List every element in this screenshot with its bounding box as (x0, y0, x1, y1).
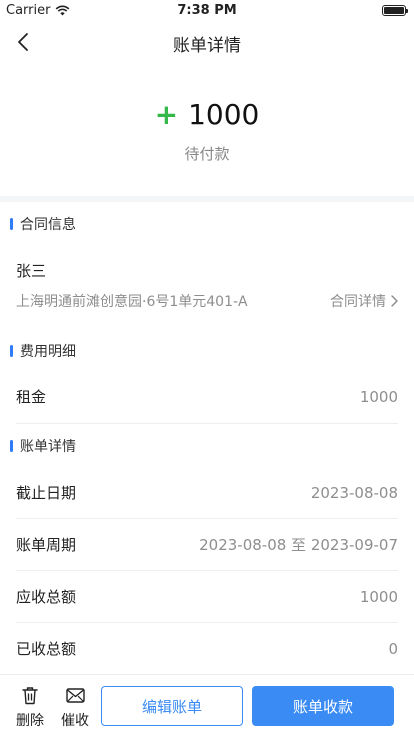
amount-row: + 1000 (0, 101, 414, 129)
delete-label: 删除 (16, 713, 44, 729)
remind-label: 催收 (61, 713, 89, 729)
bill-row-period: 账单周期 2023-08-08 至 2023-09-07 (16, 534, 398, 555)
section-contract-title: 合同信息 (20, 217, 76, 233)
section-fees: 费用明细 (10, 341, 76, 361)
section-marker (10, 345, 13, 357)
contract-address: 上海明通前滩创意园·6号1单元401-A (16, 294, 248, 310)
contract-detail-label: 合同详情 (330, 294, 386, 310)
remind-button[interactable]: 催收 (58, 685, 92, 730)
bill-row-value: 2023-08-08 (310, 483, 398, 502)
trash-icon (22, 687, 38, 705)
bill-row-value: 2023-08-08 至 2023-09-07 (199, 536, 398, 554)
divider (16, 518, 398, 519)
status-bar: Carrier 7:38 PM (0, 0, 414, 20)
bill-row-label: 已收总额 (16, 640, 77, 658)
amount-value: 1000 (188, 98, 260, 131)
delete-button[interactable]: 删除 (13, 685, 47, 730)
status-time: 7:38 PM (177, 3, 237, 18)
divider (16, 423, 398, 424)
fee-label: 租金 (16, 388, 47, 406)
contract-address-row: 上海明通前滩创意园·6号1单元401-A 合同详情 (16, 291, 398, 311)
bill-detail-content: 合同信息 张三 上海明通前滩创意园·6号1单元401-A 合同详情 费用明细 租… (0, 202, 414, 674)
bill-row-value: 0 (388, 639, 398, 658)
tenant-name: 张三 (16, 262, 47, 280)
bill-row-receivable: 应收总额 1000 (16, 586, 398, 607)
nav-bar: 账单详情 (0, 20, 414, 64)
bill-row-received: 已收总额 0 (16, 638, 398, 659)
bill-row-value: 1000 (359, 587, 398, 606)
bill-row-label: 应收总额 (16, 588, 77, 606)
bill-row-label: 账单周期 (16, 536, 77, 554)
page-title: 账单详情 (173, 36, 241, 56)
chevron-right-icon (391, 295, 398, 307)
section-contract: 合同信息 (10, 214, 76, 234)
edit-bill-button[interactable]: 编辑账单 (101, 686, 243, 726)
contract-detail-link[interactable]: 合同详情 (330, 291, 398, 311)
divider (16, 570, 398, 571)
section-bill-title: 账单详情 (20, 439, 76, 455)
section-marker (10, 218, 13, 230)
section-fees-title: 费用明细 (20, 344, 76, 360)
amount-sign: + (154, 98, 179, 131)
payment-status: 待付款 (184, 145, 230, 163)
section-bill: 账单详情 (10, 436, 76, 456)
collect-payment-button[interactable]: 账单收款 (252, 686, 394, 726)
bill-row-label: 截止日期 (16, 484, 77, 502)
bottom-action-bar: 删除 催收 编辑账单 账单收款 (0, 674, 414, 736)
divider (16, 622, 398, 623)
envelope-icon (65, 688, 85, 703)
section-marker (10, 440, 13, 452)
amount-summary: + 1000 待付款 (0, 64, 414, 196)
bill-row-due-date: 截止日期 2023-08-08 (16, 482, 398, 503)
battery-icon (382, 5, 408, 16)
fee-value: 1000 (359, 387, 398, 406)
fee-row-rent: 租金 1000 (16, 386, 398, 407)
